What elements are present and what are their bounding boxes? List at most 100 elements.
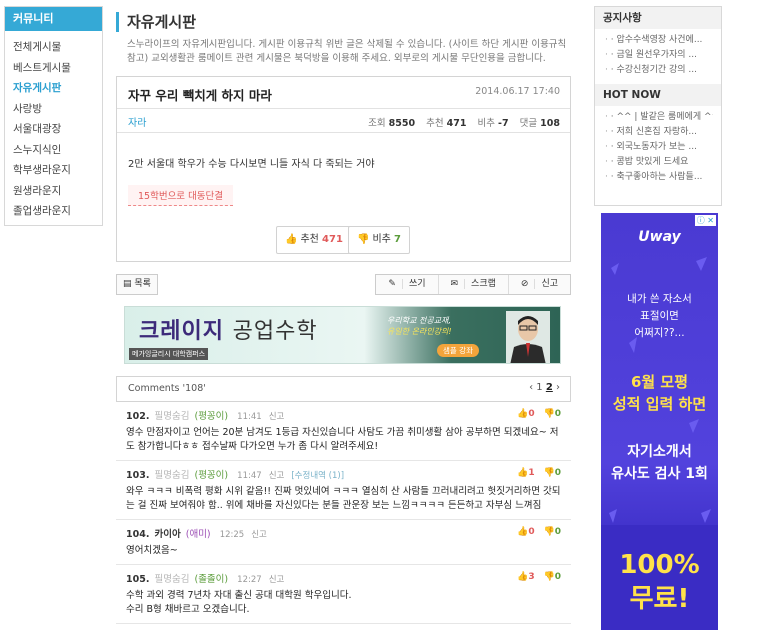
ad-banner-crazy-math[interactable]: 크레이지 공업수학 메가잉글리시 대학캠퍼스 우리학교 전공교재, 유일한 온라… — [124, 306, 561, 364]
comment-downvote-icon[interactable]: 👎 — [544, 468, 555, 478]
comment-number: 102. — [126, 411, 150, 422]
comment-upvote-icon[interactable]: 👍 — [517, 468, 528, 478]
notice-item[interactable]: · 수강신청기간 강의 ... — [605, 63, 713, 78]
upvote-button[interactable]: 👍 추천 471 — [276, 226, 352, 254]
ad-essay-text: 자기소개서 유사도 검사 1회 — [601, 441, 718, 485]
main-content: 자유게시판 스누라이프의 자유게시판입니다. 게시판 이용규칙 위반 글은 삭제… — [116, 6, 571, 624]
sidebar-item-undergrad-lounge[interactable]: 학부생라운지 — [5, 160, 102, 181]
pager-page-1[interactable]: 1 — [536, 382, 542, 393]
notice-list: · 압수수색영장 사건에... · 금일 원선우가자의 ... · 수강신청기간… — [595, 29, 721, 84]
comment-votes: 👍0 👎0 — [517, 409, 561, 419]
comments-count-label: Comments '108' — [128, 383, 206, 394]
scrap-button-label: 스크랩 — [464, 279, 502, 289]
down-count: -7 — [498, 118, 509, 129]
post-stats: 조회 8550 추천 471 비추 -7 댓글 108 — [368, 115, 560, 129]
comments-count: 108 — [540, 118, 560, 129]
board-desc-line-2: 참고) 교외생활관 룸메이트 관련 게시물은 북덕방을 이용해 주세요. 외부로… — [127, 53, 546, 64]
report-button-label: 신고 — [534, 279, 564, 289]
ad-free-text: 100% 무료! — [601, 548, 718, 616]
sidebar-item-snu-plaza[interactable]: 서울대광장 — [5, 119, 102, 140]
comment-upvote-icon[interactable]: 👍 — [517, 527, 528, 537]
hot-item[interactable]: · 저희 신혼집 자랑하... — [605, 125, 713, 140]
post-tag: 15학번으로 대동단결 — [128, 185, 234, 206]
hot-item[interactable]: · 외국노동자가 보는 ... — [605, 140, 713, 155]
comment-meta: 104. 카이아 (애미) 12:25 신고 — [126, 526, 561, 540]
hot-now-title: HOT NOW — [595, 84, 721, 106]
comment-text: 영수 만점자이고 언어는 20분 남겨도 1등급 자신있습니다 사탐도 가끔 취… — [126, 427, 559, 452]
comment-downvote-count: 0 — [554, 468, 561, 478]
banner-headline-light: 공업수학 — [232, 319, 318, 344]
comment-upvote-icon[interactable]: 👍 — [517, 572, 528, 582]
upvote-label: 추천 — [300, 234, 319, 245]
post: 자꾸 우리 빽치게 하지 마라 2014.06.17 17:40 자라 조회 8… — [116, 76, 571, 262]
pager-prev[interactable]: ‹ — [529, 382, 533, 393]
write-button[interactable]: ✎ 쓰기 — [376, 275, 438, 294]
sidebar-item-snu-kin[interactable]: 스누지식인 — [5, 140, 102, 161]
sidebar-item-all[interactable]: 전체게시물 — [5, 37, 102, 58]
post-author[interactable]: 자라 — [128, 114, 146, 129]
comment-meta: 103. 필명숨김 (평꽁이) 11:47 신고 [수정내역 (1)] — [126, 467, 561, 481]
banner-tagline: 우리학교 전공교재, 유일한 온라인강의! — [387, 315, 452, 337]
ad-q2: 표절이면 — [640, 310, 679, 322]
banner-cta-button[interactable]: 샘플 강좌 — [437, 344, 479, 357]
sidebar-title: 커뮤니티 — [5, 7, 102, 31]
comment-nickname[interactable]: 필명숨김 — [154, 470, 189, 481]
comment-downvote-icon[interactable]: 👎 — [544, 409, 555, 419]
board-title: 자유게시판 — [116, 12, 571, 32]
instructor-photo — [506, 311, 550, 363]
pager-page-2[interactable]: 2 — [546, 382, 553, 393]
ad-e1: 자기소개서 — [627, 444, 692, 460]
comment-votes: 👍1 👎0 — [517, 468, 561, 478]
comment-meta: 105. 필명숨김 (졸졸이) 12:27 신고 — [126, 571, 561, 585]
sidebar-item-best[interactable]: 베스트게시물 — [5, 58, 102, 79]
banner-tagline-1: 우리학교 전공교재, — [387, 316, 451, 325]
sidebar-item-grad-lounge[interactable]: 원생라운지 — [5, 181, 102, 202]
sidebar-item-sarangbang[interactable]: 사랑방 — [5, 99, 102, 120]
comment-report-link[interactable]: 신고 — [269, 575, 285, 585]
down-label: 비추 — [477, 118, 496, 129]
comment-time: 12:27 — [237, 575, 262, 585]
write-button-label: 쓰기 — [401, 279, 432, 289]
comment-upvote-count: 1 — [528, 468, 535, 478]
action-button-group: ✎ 쓰기 ✉ 스크랩 ⊘ 신고 — [375, 274, 571, 295]
report-button[interactable]: ⊘ 신고 — [507, 275, 570, 294]
comment-nickname[interactable]: 필명숨김 — [154, 574, 189, 585]
post-date: 2014.06.17 17:40 — [475, 86, 560, 97]
comment-upvote-count: 0 — [528, 409, 535, 419]
hot-item[interactable]: · ^^ | 발같은 룸메에게 ^^ — [605, 110, 713, 125]
comment-upvote-icon[interactable]: 👍 — [517, 409, 528, 419]
downvote-button[interactable]: 👎 비추 7 — [348, 226, 411, 254]
comment-report-link[interactable]: 신고 — [269, 412, 285, 422]
ad-q3: 어쩌지??... — [634, 327, 685, 339]
comment-edit-history-link[interactable]: [수정내역 (1)] — [291, 471, 344, 481]
notice-item[interactable]: · 금일 원선우가자의 ... — [605, 48, 713, 63]
hot-item[interactable]: · 콩밥 맛있게 드세요 — [605, 155, 713, 170]
comment-number: 104. — [126, 529, 150, 540]
comment-downvote-icon[interactable]: 👎 — [544, 572, 555, 582]
comment-item: 105. 필명숨김 (졸졸이) 12:27 신고 👍3 👎0 수학 과외 경력 … — [116, 565, 571, 624]
comment-report-link[interactable]: 신고 — [269, 471, 285, 481]
comment-downvote-icon[interactable]: 👎 — [544, 527, 555, 537]
comment-report-link[interactable]: 신고 — [251, 530, 267, 540]
list-button[interactable]: ▤ 목록 — [116, 274, 158, 295]
downvote-count: 7 — [394, 234, 402, 245]
list-icon: ▤ — [123, 279, 132, 289]
hot-item[interactable]: · 축구좋아하는 사람들... — [605, 170, 713, 185]
comment-nickname[interactable]: 카이아 — [154, 529, 180, 540]
banner-brand: 메가잉글리시 대학캠퍼스 — [129, 348, 209, 360]
sidebar-item-free-board[interactable]: 자유게시판 — [5, 78, 102, 99]
post-meta: 자라 조회 8550 추천 471 비추 -7 댓글 108 — [117, 109, 570, 133]
upvote-count: 471 — [322, 234, 343, 245]
ad-banner-uway[interactable]: ⓘ ✕ Uway 내가 쓴 자소서 표절이면 어쩌지??... 6월 모평 성적… — [601, 213, 718, 630]
notice-item[interactable]: · 압수수색영장 사건에... — [605, 33, 713, 48]
comment-downvote-count: 0 — [554, 527, 561, 537]
banner-headline-bold: 크레이지 — [139, 319, 224, 344]
scrap-icon: ✉ — [444, 279, 465, 289]
sidebar-item-alumni-lounge[interactable]: 졸업생라운지 — [5, 201, 102, 222]
community-sidebar: 커뮤니티 전체게시물 베스트게시물 자유게시판 사랑방 서울대광장 스누지식인 … — [4, 6, 103, 226]
comment-nickname[interactable]: 필명숨김 — [154, 411, 189, 422]
comment-level: (졸졸이) — [194, 574, 229, 585]
scrap-button[interactable]: ✉ 스크랩 — [437, 275, 508, 294]
comments-pager: ‹ 1 2 › — [529, 382, 560, 393]
pager-next[interactable]: › — [556, 382, 560, 393]
